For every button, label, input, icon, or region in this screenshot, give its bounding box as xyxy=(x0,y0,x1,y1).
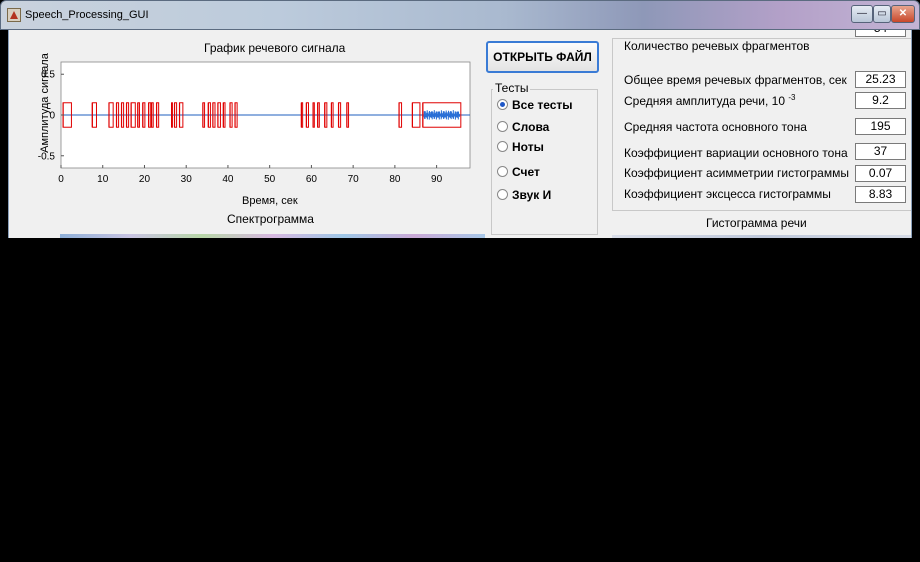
x-tick-label: 60 xyxy=(306,174,318,185)
maximize-button[interactable]: ▭ xyxy=(873,5,891,23)
x-tick-label: 30 xyxy=(181,174,193,185)
metric-value-histogram-skewness[interactable]: 0.07 xyxy=(855,165,906,182)
window-title: Speech_Processing_GUI xyxy=(25,9,149,21)
radio-sound-i[interactable]: Звук И xyxy=(497,187,551,203)
metric-label-mean-amplitude: Средняя амплитуда речи, 10 -3 xyxy=(624,93,796,108)
signal-plot-title: График речевого сигнала xyxy=(204,41,346,55)
metric-label-histogram-skewness: Коэффициент асимметрии гистограммы xyxy=(624,166,849,180)
radio-selected-icon[interactable] xyxy=(497,99,508,111)
x-tick-label: 70 xyxy=(348,174,360,185)
spectrogram-title: Спектрограмма xyxy=(227,212,314,226)
radio-icon[interactable] xyxy=(497,166,508,178)
x-tick-label: 40 xyxy=(222,174,234,185)
signal-xlabel: Время, сек xyxy=(242,195,298,207)
metric-value-histogram-kurtosis[interactable]: 8.83 xyxy=(855,186,906,203)
x-tick-label: 50 xyxy=(264,174,276,185)
close-button[interactable]: ✕ xyxy=(891,5,915,23)
y-tick-label: -0.5 xyxy=(38,151,56,162)
metric-value-f0-variation[interactable]: 37 xyxy=(855,143,906,160)
metric-value-mean-amplitude[interactable]: 9.2 xyxy=(855,92,906,109)
metric-value-fragment-count[interactable]: 54 xyxy=(855,30,906,37)
signal-plot[interactable]: 0 10 20 30 40 50 60 70 80 900.50-0.5 xyxy=(9,56,479,236)
metric-value-f0-mean[interactable]: 195 xyxy=(855,118,906,135)
x-tick-label: 80 xyxy=(389,174,401,185)
histogram-plot-strip xyxy=(612,235,911,238)
radio-icon[interactable] xyxy=(497,189,508,201)
figure-client-area: График речевого сигнала 0 10 20 30 40 50 60 70 8… xyxy=(8,30,912,238)
radio-icon[interactable] xyxy=(497,141,508,153)
radio-notes[interactable]: Ноты xyxy=(497,139,544,155)
metric-label-total-time: Общее время речевых фрагментов, сек xyxy=(624,73,847,87)
metric-value-total-time[interactable]: 25.23 xyxy=(855,71,906,88)
metric-label-fragment-count: Количество речевых фрагментов xyxy=(624,39,810,53)
tests-group-title: Тесты xyxy=(493,81,531,95)
histogram-title: Гистограмма речи xyxy=(706,216,807,230)
metric-label-histogram-kurtosis: Коэффициент эксцесса гистограммы xyxy=(624,187,831,201)
matlab-app-icon xyxy=(7,8,21,22)
x-tick-label: 90 xyxy=(431,174,443,185)
x-tick-label: 10 xyxy=(97,174,109,185)
signal-ylabel: Амплитуда сигнала xyxy=(38,53,51,153)
minimize-button[interactable]: — xyxy=(851,5,873,23)
spectrogram-plot-strip xyxy=(60,234,485,238)
window-title-bar[interactable]: Speech_Processing_GUI — ▭ ✕ xyxy=(0,0,920,30)
metric-label-f0-variation: Коэффициент вариации основного тона xyxy=(624,146,848,160)
metric-label-f0-mean: Средняя частота основного тона xyxy=(624,120,807,134)
radio-icon[interactable] xyxy=(497,121,508,133)
open-file-button[interactable]: ОТКРЫТЬ ФАЙЛ xyxy=(486,41,599,73)
radio-count[interactable]: Счет xyxy=(497,164,540,180)
x-tick-label: 20 xyxy=(139,174,151,185)
x-tick-label: 0 xyxy=(58,174,64,185)
radio-words[interactable]: Слова xyxy=(497,119,549,135)
radio-all-tests[interactable]: Все тесты xyxy=(497,97,573,113)
